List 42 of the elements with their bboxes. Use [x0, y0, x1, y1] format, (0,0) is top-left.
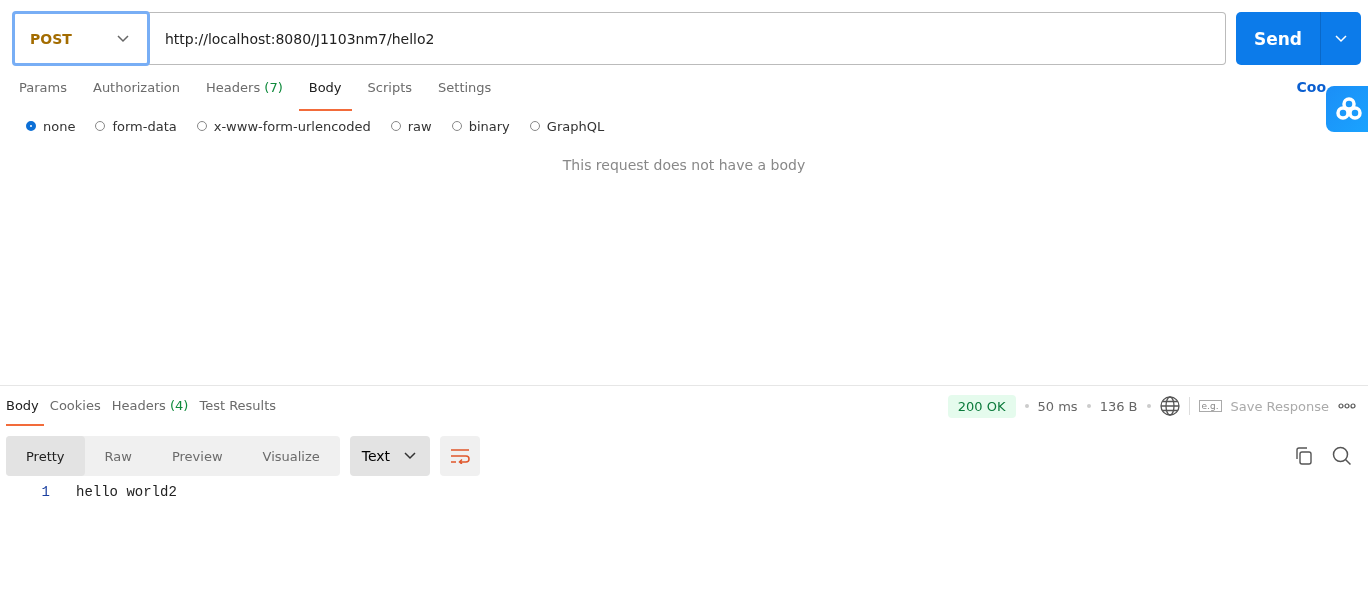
- url-field[interactable]: http://localhost:8080/J1103nm7/hello2: [149, 12, 1226, 65]
- globe-icon[interactable]: [1159, 396, 1180, 416]
- tab[interactable]: Headers (7): [196, 65, 293, 111]
- format-dropdown[interactable]: Text: [349, 436, 431, 476]
- search-icon[interactable]: [1332, 446, 1352, 466]
- tab[interactable]: Body: [6, 386, 44, 426]
- more-icon[interactable]: [1338, 403, 1356, 409]
- view-mode-tab[interactable]: Pretty: [6, 436, 85, 476]
- view-mode-tab[interactable]: Visualize: [242, 436, 340, 476]
- empty-message: This request does not have a body: [562, 157, 806, 173]
- tab[interactable]: Authorization: [83, 65, 191, 111]
- cookies-link[interactable]: Coo: [1296, 79, 1326, 95]
- floating-widget-button[interactable]: [1326, 86, 1368, 132]
- caret-icon: [1335, 34, 1347, 43]
- body-type-radio[interactable]: x-www-form-urlencoded: [196, 118, 371, 134]
- tab[interactable]: Params: [9, 65, 77, 111]
- tab[interactable]: Cookies: [49, 386, 106, 426]
- body-type-radio[interactable]: binary: [451, 118, 510, 134]
- body-type-radio[interactable]: GraphQL: [529, 118, 605, 134]
- response-size: 136 B: [1099, 398, 1138, 414]
- body-type-radio[interactable]: none: [26, 118, 76, 134]
- caret-icon: [404, 452, 417, 460]
- caret-icon: [117, 34, 129, 43]
- status-badge: 200 OK: [947, 394, 1016, 418]
- line-number: 1: [40, 484, 50, 500]
- example-icon: e.g.: [1198, 400, 1222, 412]
- code-line: hello world2: [75, 484, 177, 500]
- copy-icon[interactable]: [1294, 446, 1314, 466]
- wrap-lines-button[interactable]: [440, 436, 481, 476]
- method-dropdown[interactable]: POST: [12, 11, 150, 66]
- tab[interactable]: Scripts: [357, 65, 423, 111]
- view-mode-tab[interactable]: Raw: [84, 436, 152, 476]
- wrap-icon: [450, 448, 471, 464]
- response-time: 50 ms: [1037, 398, 1078, 414]
- tab[interactable]: Test Results: [199, 386, 282, 426]
- body-type-radio[interactable]: raw: [390, 118, 432, 134]
- view-mode-tab[interactable]: Preview: [151, 436, 243, 476]
- tab[interactable]: Settings: [428, 65, 502, 111]
- body-type-radio[interactable]: form-data: [95, 118, 177, 134]
- tab[interactable]: Body: [298, 65, 352, 111]
- tab[interactable]: Headers (4): [111, 386, 194, 426]
- send-button[interactable]: Send: [1236, 12, 1321, 65]
